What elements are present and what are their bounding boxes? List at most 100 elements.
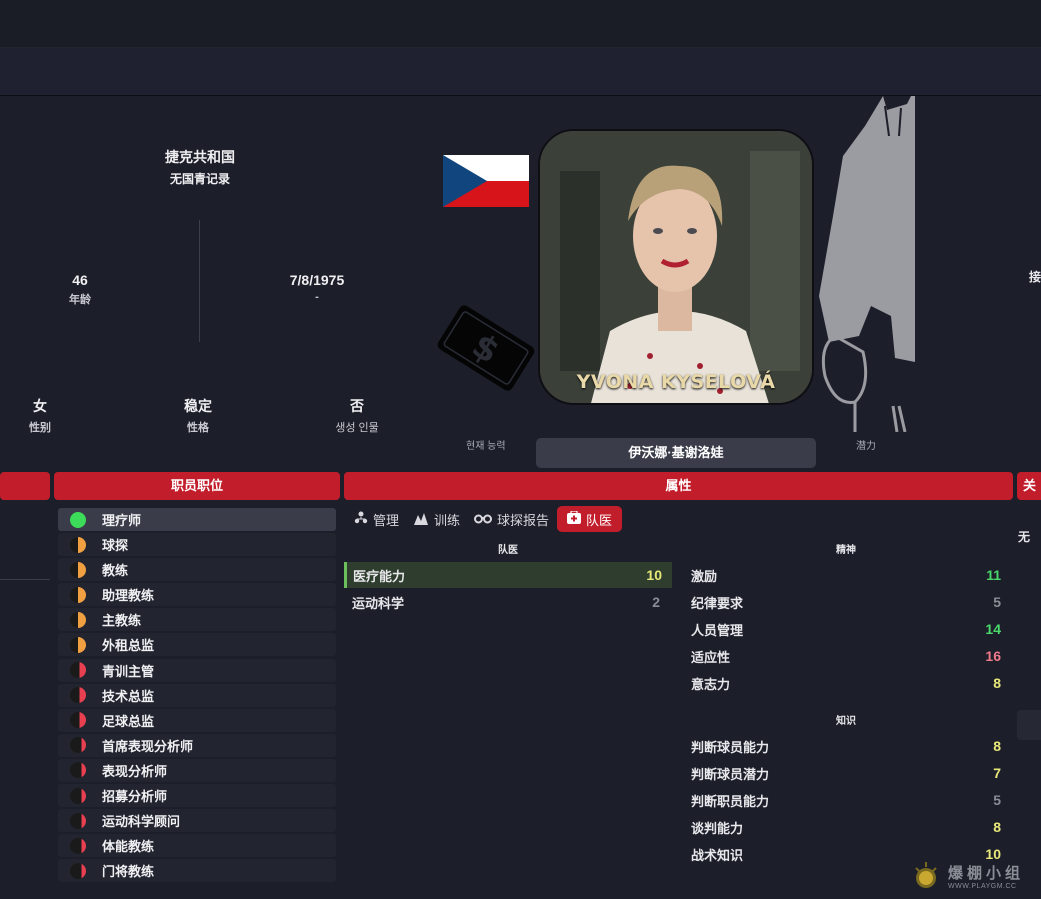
role-row-assistant-manager[interactable]: 助理教练 (58, 583, 336, 607)
dob-block: 7/8/1975 - (267, 272, 367, 303)
section-title-knowledge: 知识 (836, 716, 856, 727)
attr-row-judging-potential[interactable]: 判断球员潜力 7 (685, 760, 1007, 786)
role-row-performance-analyst[interactable]: 表现分析师 (58, 758, 336, 782)
staff-roles-list: 理疗师 球探 教练 助理教练 主教练 外租总监 青训主管 技术总监 足球总监 首… (58, 508, 336, 884)
role-label: 招募分析师 (102, 789, 168, 805)
attr-label: 谈判能力 (691, 820, 744, 836)
age-value: 46 (72, 272, 88, 288)
attr-row-discipline[interactable]: 纪律要求 5 (685, 589, 1007, 615)
personality-block: 稳定 性格 (168, 396, 228, 435)
tab-management[interactable]: 管理 (348, 506, 405, 532)
role-row-youth-director[interactable]: 青训主管 (58, 658, 336, 682)
role-row-recruitment-analyst[interactable]: 招募分析师 (58, 784, 336, 808)
attr-row-man-management[interactable]: 人员管理 14 (685, 616, 1007, 642)
role-suitability-icon (70, 812, 86, 829)
personality-value: 稳定 (184, 398, 212, 414)
role-label: 门将教练 (102, 864, 155, 880)
role-row-manager[interactable]: 主教练 (58, 608, 336, 632)
staff-silhouette-icon (815, 96, 920, 433)
attr-value: 8 (993, 675, 1001, 691)
attributes-header[interactable]: 属性 (344, 472, 1013, 500)
personality-label: 性格 (187, 422, 209, 434)
tab-medical[interactable]: 队医 (557, 506, 623, 532)
watermark: 爆棚小组 WWW.PLAYGM.CC (908, 858, 1038, 894)
role-label: 理疗师 (102, 513, 142, 528)
staff-portrait: YVONA KYSELOVÁ (538, 129, 814, 405)
attr-value: 8 (993, 819, 1001, 835)
attr-row-motivating[interactable]: 激励 11 (685, 562, 1007, 588)
attr-value: 11 (986, 567, 1001, 583)
wage-money-icon[interactable]: $ (436, 302, 536, 394)
role-suitability-icon (70, 636, 86, 653)
attr-row-sports-science[interactable]: 运动科学 2 (346, 589, 668, 615)
generated-value: 否 (350, 398, 364, 414)
current-ability-label: 현재 능력 (466, 441, 506, 452)
role-label: 体能教练 (102, 839, 155, 855)
attr-label: 判断球员能力 (691, 739, 770, 755)
right-panel-none-text: 无 (1018, 530, 1031, 544)
attr-row-negotiating[interactable]: 谈判能力 8 (685, 814, 1007, 840)
role-row-chief-performance-analyst[interactable]: 首席表现分析师 (58, 733, 336, 757)
role-label: 表现分析师 (102, 763, 168, 779)
attr-value: 7 (993, 765, 1001, 781)
role-row-goalkeeping-coach[interactable]: 门将教练 (58, 859, 336, 883)
attr-label: 判断职员能力 (691, 793, 770, 809)
role-suitability-icon (70, 536, 86, 553)
potential-label: 潜力 (856, 441, 876, 452)
role-suitability-icon (70, 762, 86, 779)
dob-value: 7/8/1975 (289, 272, 345, 288)
medical-kit-icon (567, 510, 582, 527)
youth-record: 无国青记录 (169, 172, 230, 186)
attr-label: 判断球员潜力 (691, 766, 770, 782)
role-row-coach[interactable]: 教练 (58, 558, 336, 582)
role-row-physio[interactable]: 理疗师 (58, 508, 336, 531)
left-panel-header[interactable] (0, 472, 50, 500)
attr-value: 16 (985, 648, 1001, 664)
tab-training[interactable]: 训练 (407, 506, 466, 532)
generated-label: 생성 인물 (335, 422, 379, 434)
attr-label: 纪律要求 (691, 595, 744, 611)
attr-value: 8 (993, 738, 1001, 754)
management-icon (354, 511, 368, 528)
role-label: 外租总监 (102, 638, 155, 654)
attr-row-judging-ability[interactable]: 判断球员能力 8 (685, 733, 1007, 759)
role-row-loan-manager[interactable]: 外租总监 (58, 633, 336, 657)
dob-label: - (315, 291, 319, 303)
left-panel-divider (0, 579, 50, 580)
role-label: 技术总监 (102, 688, 155, 704)
role-row-fitness-coach[interactable]: 体能教练 (58, 834, 336, 858)
generated-block: 否 생성 인물 (322, 396, 392, 435)
staff-roles-header[interactable]: 职员职位 (54, 472, 340, 500)
attr-row-medicine[interactable]: 医疗能力 10 (344, 562, 672, 588)
role-label: 青训主管 (102, 663, 155, 679)
gender-value: 女 (33, 398, 47, 414)
gender-label: 性别 (29, 422, 51, 434)
right-panel-header[interactable]: 关 (1017, 472, 1041, 500)
attr-label: 运动科学 (352, 595, 405, 611)
attr-label: 适应性 (691, 649, 731, 665)
tab-scouting-report[interactable]: 球探报告 (468, 506, 555, 532)
role-suitability-icon (70, 837, 86, 854)
role-label: 首席表现分析师 (102, 738, 194, 754)
attr-value: 5 (993, 792, 1001, 808)
role-row-sports-scientist[interactable]: 运动科学顾问 (58, 809, 336, 833)
training-icon (413, 511, 429, 528)
attr-row-determination[interactable]: 意志力 8 (685, 670, 1007, 696)
role-row-director-of-football[interactable]: 足球总监 (58, 708, 336, 732)
attr-row-judging-staff-ability[interactable]: 判断职员能力 5 (685, 787, 1007, 813)
role-suitability-icon (70, 712, 86, 729)
attribute-tabs: 管理 训练 球探报告 队医 (348, 506, 624, 532)
attr-label: 人员管理 (691, 622, 744, 638)
gender-block: 女 性别 (10, 396, 70, 435)
watermark-text: 爆棚小组 (948, 864, 1025, 882)
role-label: 足球总监 (102, 713, 155, 729)
role-label: 球探 (102, 538, 129, 554)
tab-label: 队医 (586, 512, 613, 528)
role-suitability-icon (70, 662, 86, 679)
role-row-technical-director[interactable]: 技术总监 (58, 683, 336, 707)
role-suitability-icon (70, 611, 86, 628)
role-label: 主教练 (102, 613, 142, 629)
role-row-scout[interactable]: 球探 (58, 533, 336, 557)
role-suitability-icon (70, 561, 86, 578)
attr-row-adaptability[interactable]: 适应性 16 (685, 643, 1007, 669)
